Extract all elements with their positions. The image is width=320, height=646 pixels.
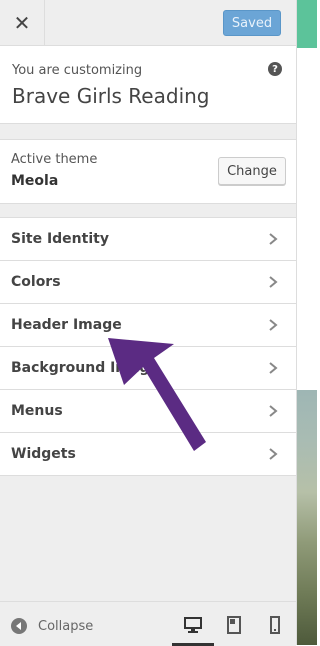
tablet-icon[interactable] [225, 616, 243, 634]
chevron-right-icon [269, 319, 278, 331]
collapse-button[interactable]: Collapse [38, 619, 93, 634]
section-label: Site Identity [11, 231, 109, 247]
chevron-right-icon [269, 276, 278, 288]
preview-image [297, 390, 317, 645]
chevron-right-icon [269, 362, 278, 374]
close-button[interactable]: ✕ [0, 0, 45, 45]
customizer-sidebar: ✕ Saved You are customizing Brave Girls … [0, 0, 297, 646]
change-theme-button[interactable]: Change [218, 157, 286, 185]
section-label: Widgets [11, 446, 76, 462]
preview-header-band [297, 0, 317, 48]
site-preview [297, 0, 317, 645]
site-title: Brave Girls Reading [12, 84, 210, 108]
mobile-icon[interactable] [266, 616, 284, 634]
desktop-icon[interactable] [184, 616, 202, 634]
help-icon[interactable]: ? [268, 62, 282, 76]
arrow-annotation-icon [108, 338, 206, 451]
customizing-caption: You are customizing [12, 63, 143, 78]
close-icon: ✕ [13, 10, 31, 35]
section-colors[interactable]: Colors [0, 261, 296, 304]
customizer-footer: Collapse [0, 601, 296, 646]
customizer-header: ✕ Saved [0, 0, 296, 46]
chevron-right-icon [269, 233, 278, 245]
customizer-info: You are customizing Brave Girls Reading … [0, 46, 296, 124]
active-theme-name: Meola [11, 173, 59, 189]
section-label: Menus [11, 403, 63, 419]
chevron-right-icon [269, 448, 278, 460]
saved-button[interactable]: Saved [223, 10, 281, 36]
active-theme-label: Active theme [11, 152, 98, 167]
chevron-right-icon [269, 405, 278, 417]
section-site-identity[interactable]: Site Identity [0, 218, 296, 261]
active-theme-panel: Active theme Meola Change [0, 139, 296, 204]
collapse-arrow-icon[interactable] [11, 618, 27, 634]
section-label: Colors [11, 274, 61, 290]
